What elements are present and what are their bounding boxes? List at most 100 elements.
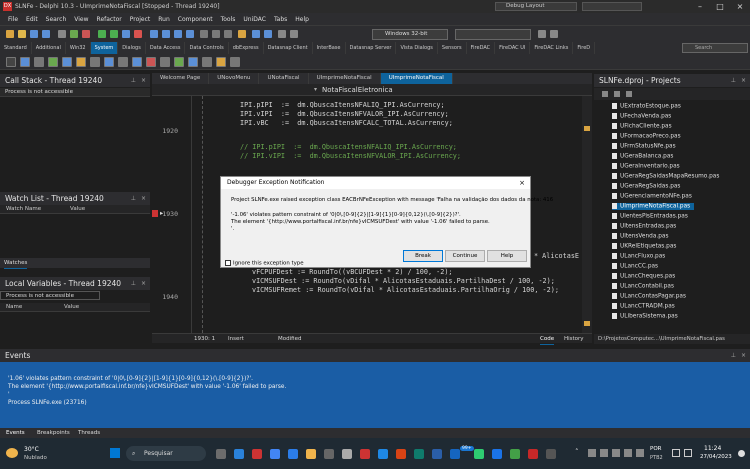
- palette-tab[interactable]: Data Controls: [185, 42, 229, 54]
- app-icon[interactable]: [474, 449, 484, 459]
- tree-item[interactable]: ULancCC.pas: [612, 263, 658, 270]
- palette-tab[interactable]: Sensors: [438, 42, 467, 54]
- component-icon[interactable]: [230, 57, 240, 67]
- palette-tab[interactable]: FireDAC: [467, 42, 496, 54]
- break-button[interactable]: Break: [403, 250, 443, 262]
- component-icon[interactable]: [160, 57, 170, 67]
- tab-unovomenu[interactable]: UNovoMenu: [209, 73, 260, 84]
- editor-vertical-scrollbar[interactable]: [582, 96, 592, 333]
- component-icon[interactable]: [20, 57, 30, 67]
- run-icon[interactable]: [98, 30, 106, 38]
- pin-icon[interactable]: ⊥: [131, 277, 136, 290]
- tray-icon[interactable]: [588, 449, 596, 457]
- pin-icon[interactable]: ⊥: [131, 74, 136, 87]
- menu-project[interactable]: Project: [130, 16, 151, 23]
- save-all-icon[interactable]: [42, 30, 50, 38]
- collapse-icon[interactable]: [626, 91, 632, 97]
- tree-item[interactable]: UFrmStatusNfe.pas: [612, 143, 676, 150]
- class-nav-select[interactable]: NotaFiscalEletronica: [322, 84, 393, 96]
- input-language[interactable]: POR: [650, 446, 661, 452]
- view-form-icon[interactable]: [224, 30, 232, 38]
- palette-search-input[interactable]: Search: [682, 43, 748, 53]
- folder-icon[interactable]: [306, 449, 316, 459]
- tree-item[interactable]: ULancContasPagar.pas: [612, 293, 686, 300]
- menu-component[interactable]: Component: [178, 16, 213, 23]
- app-icon[interactable]: [492, 449, 502, 459]
- add-file-icon[interactable]: [70, 30, 78, 38]
- close-icon[interactable]: ×: [741, 349, 746, 362]
- layout-select[interactable]: Debug Layout: [495, 2, 577, 11]
- keyboard-layout[interactable]: PTB2: [650, 455, 663, 461]
- run-to-cursor-icon[interactable]: [186, 30, 194, 38]
- tree-item[interactable]: UFechaVenda.pas: [612, 113, 671, 120]
- pointer-icon[interactable]: [6, 57, 16, 67]
- close-icon[interactable]: ×: [519, 177, 525, 189]
- build-icon[interactable]: [252, 30, 260, 38]
- tab-threads[interactable]: Threads: [78, 428, 100, 438]
- save-icon[interactable]: [30, 30, 38, 38]
- tree-item[interactable]: UltensEntradas.pas: [612, 223, 676, 230]
- tree-item[interactable]: ULancFluxo.pas: [612, 253, 665, 260]
- weather-icon[interactable]: [6, 448, 18, 458]
- platform-select[interactable]: Windows 32-bit: [372, 29, 448, 40]
- whatsapp-icon[interactable]: [510, 449, 520, 459]
- stop-icon[interactable]: [134, 30, 142, 38]
- app-icon[interactable]: [432, 449, 442, 459]
- component-icon[interactable]: [188, 57, 198, 67]
- app-icon[interactable]: [414, 449, 424, 459]
- chevron-up-icon[interactable]: ˄: [575, 448, 579, 456]
- tree-item[interactable]: ULancContabil.pas: [612, 283, 674, 290]
- clock-time[interactable]: 11:24: [704, 445, 721, 452]
- local-col-value[interactable]: Value: [64, 303, 79, 312]
- palette-tab[interactable]: FireDAC Links: [530, 42, 574, 54]
- toggle-form-icon[interactable]: [200, 30, 208, 38]
- tree-item[interactable]: UltensVenda.pas: [612, 233, 668, 240]
- local-vars-process-select[interactable]: Process is not accessible: [0, 291, 100, 300]
- close-icon[interactable]: ×: [141, 277, 146, 290]
- breakpoint-icon[interactable]: [152, 210, 158, 217]
- tree-item[interactable]: ULiberaSistema.pas: [612, 313, 678, 320]
- new-icon[interactable]: [6, 30, 14, 38]
- palette-tab[interactable]: Standard: [0, 42, 32, 54]
- volume-icon[interactable]: [684, 449, 692, 457]
- tab-welcome-page[interactable]: Welcome Page: [152, 73, 210, 84]
- remove-file-icon[interactable]: [82, 30, 90, 38]
- menu-edit[interactable]: Edit: [26, 16, 38, 23]
- menu-run[interactable]: Run: [158, 16, 170, 23]
- tab-code[interactable]: Code: [540, 334, 555, 345]
- class-nav-arrow-icon[interactable]: ▾: [314, 84, 317, 96]
- palette-tab[interactable]: Win32: [66, 42, 91, 54]
- tray-icon[interactable]: [624, 449, 632, 457]
- palette-tab[interactable]: Additional: [32, 42, 66, 54]
- menu-tabs[interactable]: Tabs: [274, 16, 287, 23]
- tab-breakpoints[interactable]: Breakpoints: [37, 428, 70, 438]
- run-without-debug-icon[interactable]: [110, 30, 118, 38]
- component-icon[interactable]: [34, 57, 44, 67]
- menu-help[interactable]: Help: [295, 16, 309, 23]
- tree-item[interactable]: UlentesPisEntradas.pas: [612, 213, 688, 220]
- tray-icon[interactable]: [600, 449, 608, 457]
- component-icon[interactable]: [48, 57, 58, 67]
- close-icon[interactable]: ×: [741, 74, 746, 87]
- tab-watches[interactable]: Watches: [4, 258, 28, 269]
- component-icon[interactable]: [104, 57, 114, 67]
- tree-item[interactable]: UFormacaoPreco.pas: [612, 133, 681, 140]
- component-icon[interactable]: [76, 57, 86, 67]
- component-icon[interactable]: [216, 57, 226, 67]
- tree-item[interactable]: UGeraInventario.pas: [612, 163, 680, 170]
- events-log[interactable]: '1.06' violates pattern constraint of '0…: [0, 362, 750, 428]
- palette-tab[interactable]: Datasnap Client: [264, 42, 313, 54]
- delphi-taskbar-icon[interactable]: [360, 449, 370, 459]
- tab-unotafiscal[interactable]: UNotaFiscal: [259, 73, 309, 84]
- tree-item[interactable]: ULancCTRADM.pas: [612, 303, 675, 310]
- menu-search[interactable]: Search: [46, 16, 67, 23]
- wifi-icon[interactable]: [672, 449, 680, 457]
- trace-into-icon[interactable]: [162, 30, 170, 38]
- palette-tab[interactable]: dbExpress: [229, 42, 264, 54]
- component-icon[interactable]: [174, 57, 184, 67]
- watch-col-name[interactable]: Watch Name: [6, 205, 41, 214]
- config-icon[interactable]: [278, 30, 286, 38]
- clock-date[interactable]: 27/04/2023: [700, 454, 732, 460]
- app-icon[interactable]: [324, 449, 334, 459]
- tree-item-selected[interactable]: UImprimeNotaFiscal.pas: [612, 203, 695, 210]
